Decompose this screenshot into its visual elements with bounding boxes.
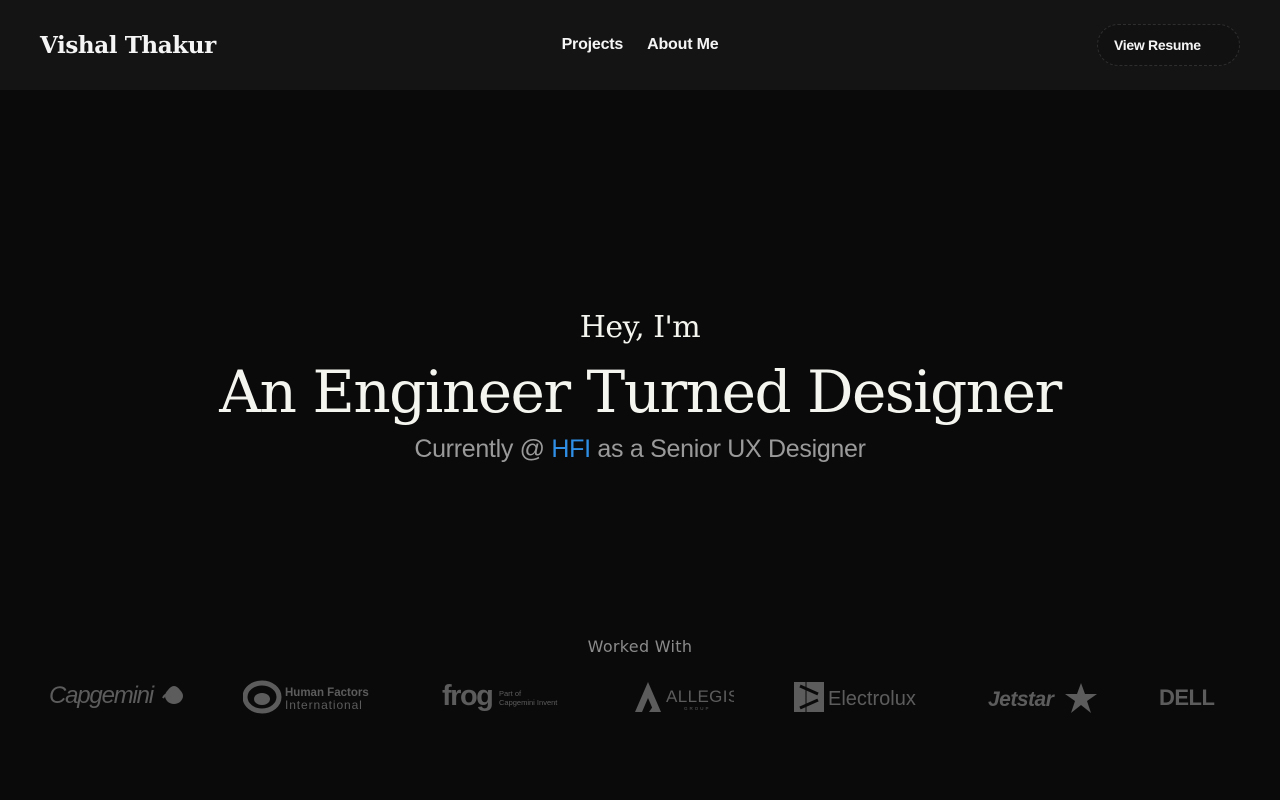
frog-logo-text: frog [442,680,492,712]
frog-logo-small1: Part of [499,689,522,698]
dell-logo: DELL [1159,676,1229,720]
view-resume-button[interactable]: View Resume [1097,24,1240,66]
client-logos: Capgemini Human Factors International fr… [0,676,1280,720]
allegis-group-logo: ALLEGIS GROUP [634,676,734,720]
capgemini-logo-text: Capgemini [49,682,155,709]
hero-subtitle: Currently @ HFI as a Senior UX Designer [0,430,1280,468]
hfi-logo-line2: International [285,698,363,712]
nav-about-me[interactable]: About Me [647,36,718,54]
allegis-logo-small: GROUP [684,706,711,711]
hero-section: Hey, I'm An Engineer Turned Designer Cur… [0,300,1280,468]
worked-with-title: Worked With [587,637,693,656]
hero-title: An Engineer Turned Designer [219,358,1062,426]
hfi-link[interactable]: HFI [551,435,591,463]
human-factors-international-logo: Human Factors International [243,676,373,720]
electrolux-logo-text: Electrolux [828,688,916,710]
jetstar-logo: Jetstar [987,676,1099,720]
capgemini-logo: Capgemini [47,676,185,720]
hero-subtitle-suffix: as a Senior UX Designer [590,435,866,463]
electrolux-logo: Electrolux [793,676,927,720]
dell-logo-text: DELL [1159,685,1215,710]
frog-logo: frog Part of Capgemini Invent [442,676,564,720]
portfolio-page: Vishal Thakur Projects About Me View Res… [0,0,1280,800]
brand-logo[interactable]: Vishal Thakur [40,32,216,59]
allegis-logo-text: ALLEGIS [666,687,734,706]
hero-greeting: Hey, I'm [579,310,701,345]
jetstar-logo-text: Jetstar [988,688,1056,711]
hero-subtitle-prefix: Currently @ [414,435,552,463]
worked-with-section: Worked With [0,637,1280,656]
nav-projects[interactable]: Projects [562,36,624,54]
frog-logo-small2: Capgemini Invent [499,698,558,707]
site-header: Vishal Thakur Projects About Me View Res… [0,0,1280,90]
